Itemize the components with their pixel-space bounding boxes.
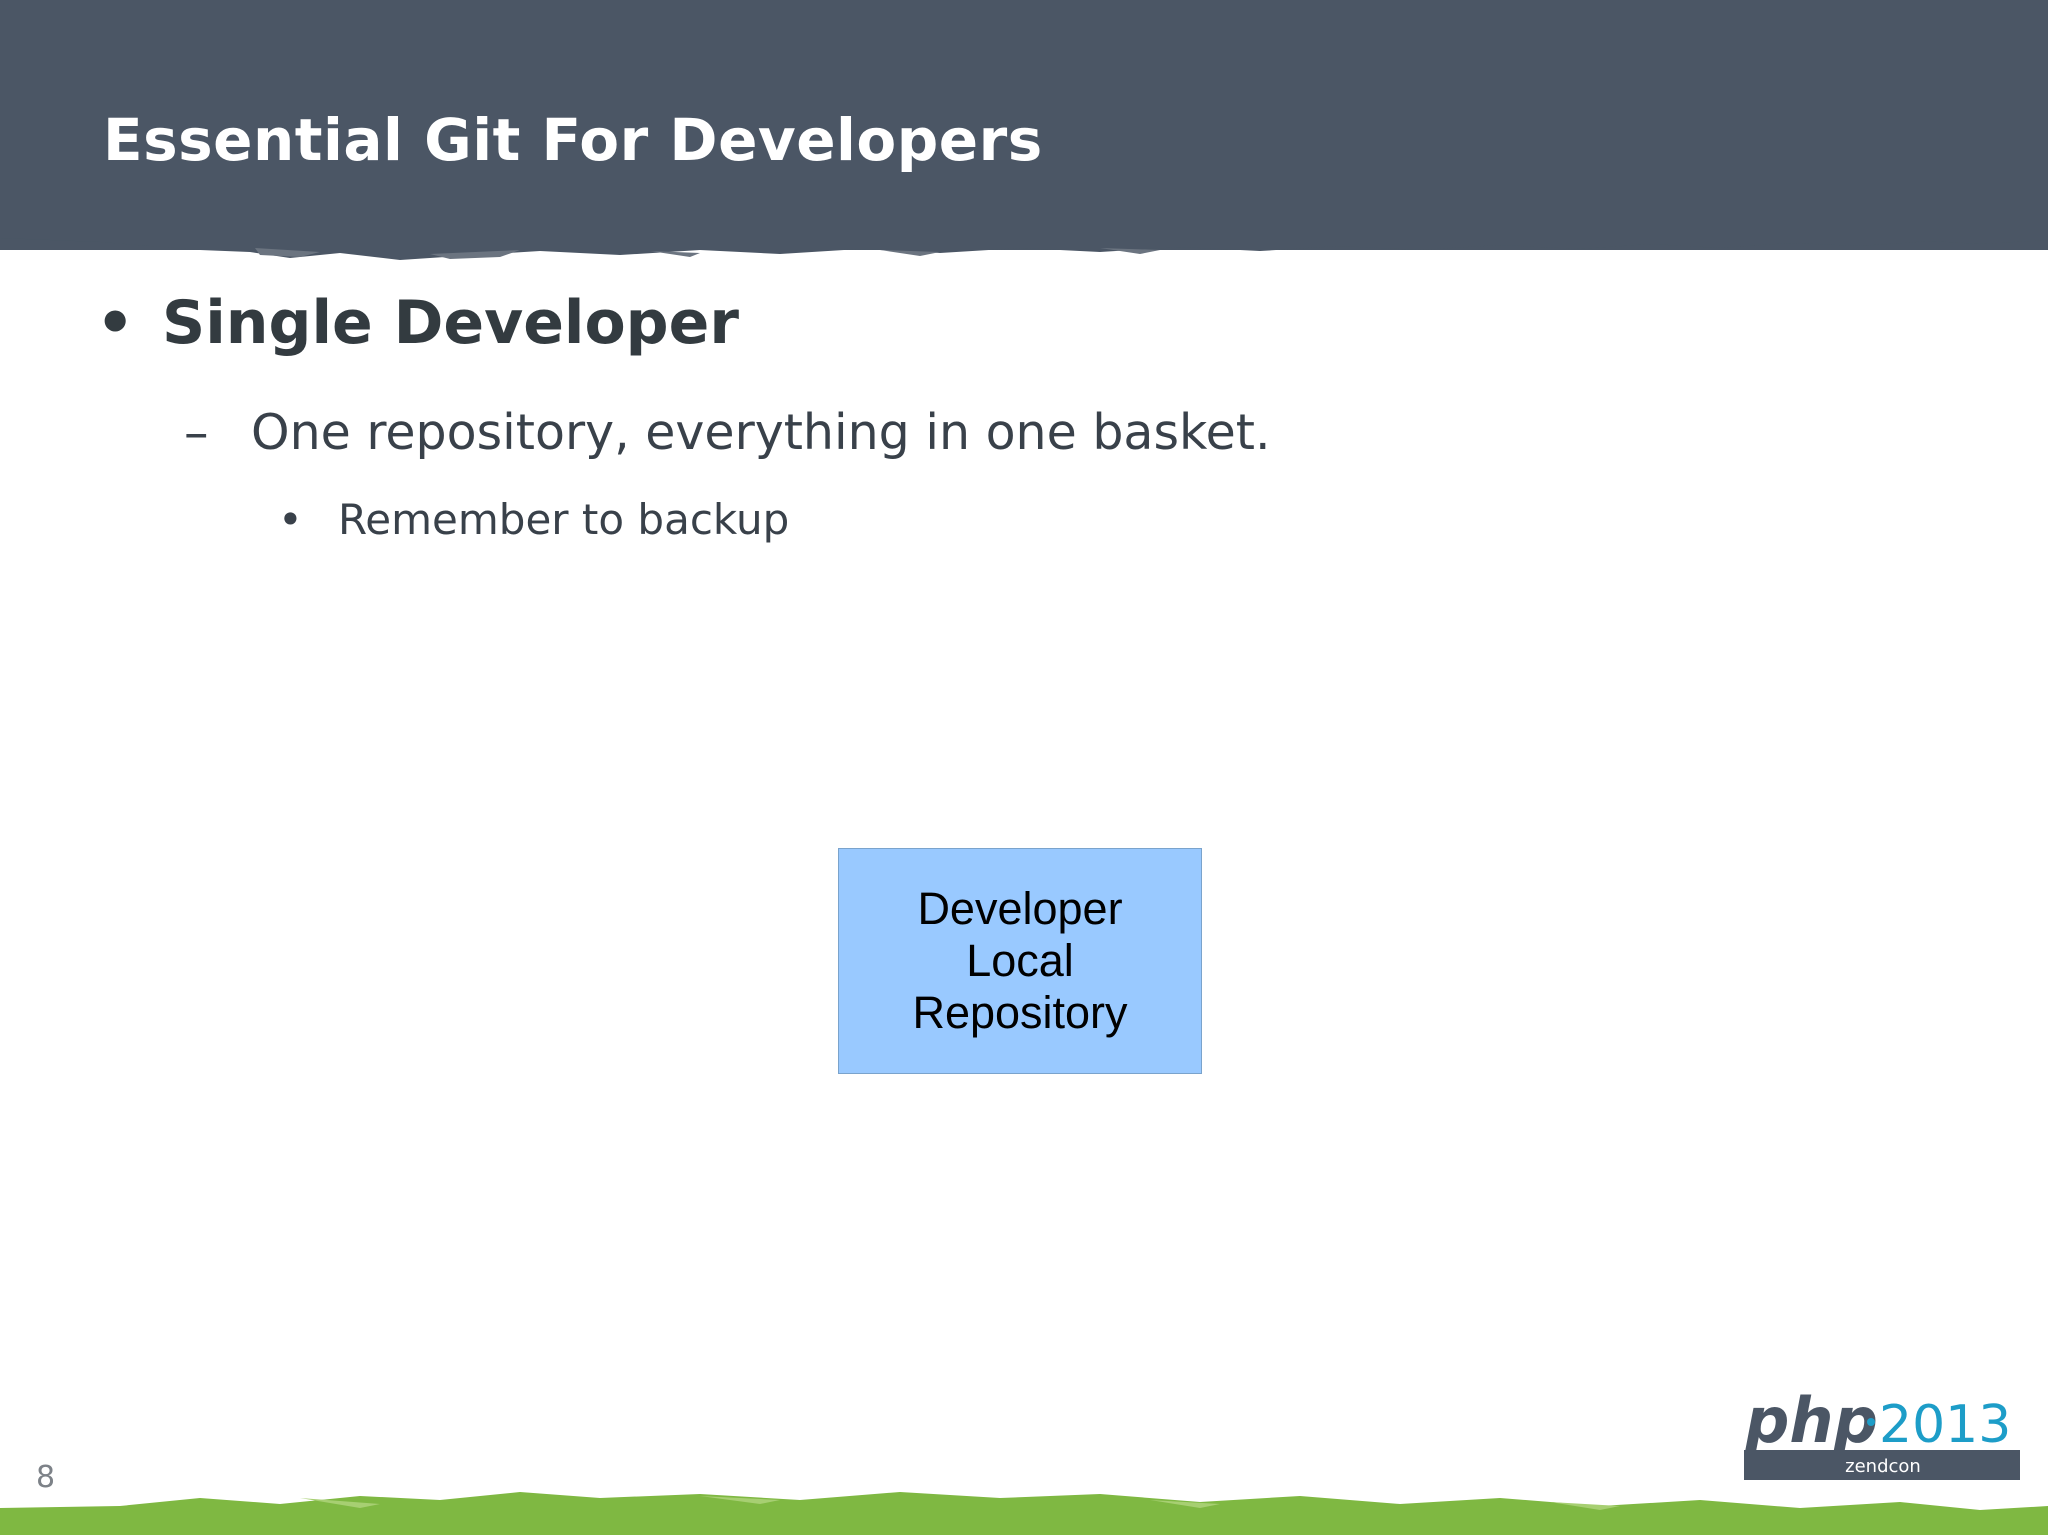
dash-marker: – xyxy=(184,404,209,461)
logo-zendcon-text: zendcon xyxy=(1845,1456,1921,1477)
logo-dot xyxy=(1867,1418,1875,1426)
bullet-text: One repository, everything in one basket… xyxy=(251,404,1271,461)
bullet-marker: • xyxy=(278,495,303,544)
php-2013-zendcon-logo: php 2013 zendcon xyxy=(1744,1386,2020,1480)
header-brush-edge xyxy=(0,226,2048,260)
bullet-marker: • xyxy=(96,288,135,358)
repo-box-line: Repository xyxy=(912,987,1128,1038)
developer-local-repository-box: Developer Local Repository xyxy=(838,848,1202,1074)
bullet-level-2: – One repository, everything in one baske… xyxy=(184,404,1271,461)
slide: Essential Git For Developers • Single Dev… xyxy=(0,0,2048,1535)
bullet-text: Remember to backup xyxy=(338,495,790,544)
logo-year-text: 2013 xyxy=(1879,1395,2011,1455)
logo-php-text: php xyxy=(1744,1386,1878,1457)
repo-box-line: Local xyxy=(966,935,1074,986)
footer-band xyxy=(0,1492,2048,1535)
bullet-level-3: • Remember to backup xyxy=(278,495,789,544)
bullet-level-1: • Single Developer xyxy=(96,288,739,358)
bullet-text: Single Developer xyxy=(162,288,739,358)
repo-box-line: Developer xyxy=(917,883,1123,934)
slide-title: Essential Git For Developers xyxy=(103,106,1043,174)
